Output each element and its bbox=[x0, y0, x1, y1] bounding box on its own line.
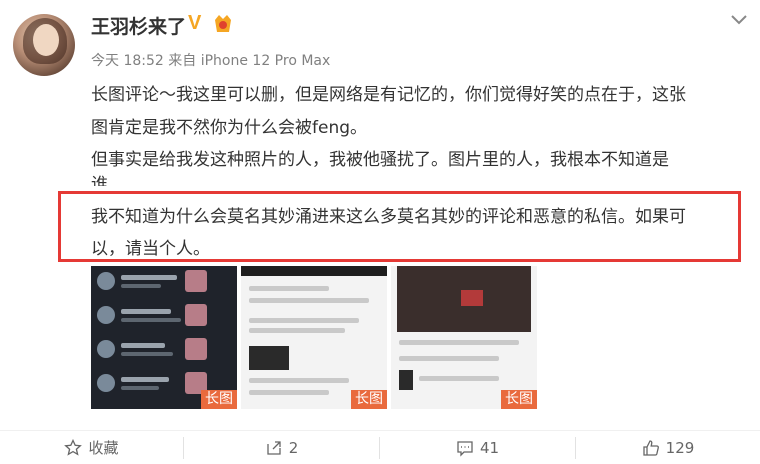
post-text-line: 谁 bbox=[91, 175, 108, 186]
favorite-button[interactable]: 收藏 bbox=[0, 431, 183, 464]
image-region bbox=[249, 346, 289, 370]
image-region bbox=[249, 298, 369, 303]
comment-button[interactable]: 41 bbox=[380, 431, 575, 464]
image-region bbox=[241, 266, 387, 276]
long-image-badge: 长图 bbox=[501, 390, 537, 409]
post-meta: 今天 18:52 来自 iPhone 12 Pro Max bbox=[91, 50, 330, 70]
image-region bbox=[419, 376, 499, 381]
chevron-down-icon[interactable] bbox=[730, 14, 748, 26]
action-toolbar: 收藏 2 41 129 bbox=[0, 430, 760, 464]
star-icon bbox=[64, 438, 83, 456]
vip-icon bbox=[215, 15, 231, 32]
like-icon bbox=[643, 439, 659, 456]
image-region bbox=[249, 378, 349, 383]
image-region bbox=[399, 370, 413, 390]
image-region bbox=[249, 318, 359, 323]
long-image-badge: 长图 bbox=[201, 390, 237, 409]
repost-icon bbox=[267, 440, 281, 455]
image-thumbnail[interactable]: 长图 bbox=[91, 266, 237, 409]
image-region bbox=[249, 390, 329, 395]
post-time[interactable]: 今天 18:52 bbox=[91, 53, 164, 69]
verified-icon: V bbox=[188, 12, 202, 34]
source-prefix: 来自 bbox=[168, 53, 197, 69]
image-region bbox=[249, 328, 345, 333]
favorite-label: 收藏 bbox=[88, 439, 119, 457]
post-text-line: 图肯定是我不然你为什么会被feng。 bbox=[91, 118, 368, 138]
image-region bbox=[249, 286, 329, 291]
highlight-box bbox=[58, 191, 741, 262]
image-thumbnail[interactable]: 长图 bbox=[391, 266, 537, 409]
repost-count: 2 bbox=[288, 438, 299, 457]
post-text-line: 长图评论～我这里可以删，但是网络是有记忆的，你们觉得好笑的点在于，这张 bbox=[91, 85, 686, 105]
comment-icon bbox=[457, 440, 473, 457]
like-button[interactable]: 129 bbox=[576, 431, 760, 464]
repost-button[interactable]: 2 bbox=[184, 431, 379, 464]
device-source[interactable]: iPhone 12 Pro Max bbox=[201, 53, 331, 69]
image-region bbox=[399, 356, 499, 361]
comment-count: 41 bbox=[479, 438, 500, 457]
avatar-face bbox=[33, 24, 59, 56]
like-count: 129 bbox=[665, 438, 695, 457]
image-gallery: 长图 长图 长图 bbox=[91, 266, 537, 409]
image-region bbox=[399, 340, 519, 345]
username[interactable]: 王羽杉来了 bbox=[91, 12, 186, 39]
avatar[interactable] bbox=[13, 14, 75, 76]
post-text-line: 但事实是给我发这种照片的人，我被他骚扰了。图片里的人，我根本不知道是 bbox=[91, 150, 669, 170]
long-image-badge: 长图 bbox=[351, 390, 387, 409]
image-thumbnail[interactable]: 长图 bbox=[241, 266, 387, 409]
image-region bbox=[461, 290, 483, 306]
